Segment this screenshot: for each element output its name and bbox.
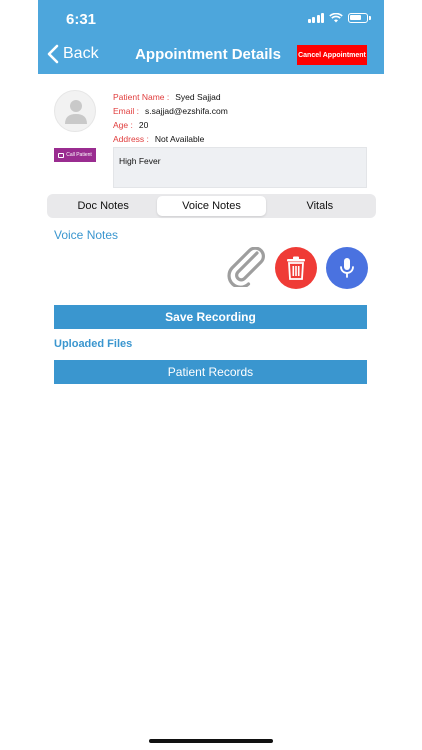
delete-recording-button[interactable] xyxy=(275,247,317,289)
email-label: Email : xyxy=(113,106,139,116)
call-patient-button[interactable]: Call Patient xyxy=(54,148,96,162)
voice-notes-title: Voice Notes xyxy=(54,228,119,242)
patient-records-button[interactable]: Patient Records xyxy=(54,360,367,384)
patient-name-value: Syed Sajjad xyxy=(175,92,221,102)
status-time: 6:31 xyxy=(66,11,97,28)
microphone-icon xyxy=(340,258,354,278)
battery-icon xyxy=(348,13,371,23)
paperclip-icon[interactable] xyxy=(224,247,268,287)
complaint-textbox[interactable]: High Fever xyxy=(113,147,367,188)
record-voice-button[interactable] xyxy=(326,247,368,289)
page-title: Appointment Details xyxy=(135,46,281,63)
cancel-appointment-button[interactable]: Cancel Appointment xyxy=(297,45,367,65)
address-value: Not Available xyxy=(154,134,205,144)
app-screen: 6:31 Back Appointment Details Cancel App… xyxy=(38,0,384,750)
wifi-icon xyxy=(329,13,343,23)
patient-name-label: Patient Name : xyxy=(113,92,170,102)
age-label: Age : xyxy=(113,120,133,130)
address-row: Address : Not Available xyxy=(113,132,228,146)
notes-segmented-control: Doc Notes Voice Notes Vitals xyxy=(47,194,376,218)
save-recording-button[interactable]: Save Recording xyxy=(54,305,367,329)
person-placeholder-icon xyxy=(65,100,87,124)
status-icons xyxy=(307,13,371,23)
navigation-header: 6:31 Back Appointment Details Cancel App… xyxy=(38,0,384,74)
cellular-signal-icon xyxy=(307,13,324,23)
uploaded-files-title: Uploaded Files xyxy=(54,338,133,350)
trash-icon xyxy=(287,256,305,280)
video-call-icon xyxy=(58,152,65,158)
patient-name-row: Patient Name : Syed Sajjad xyxy=(113,90,228,104)
age-value: 20 xyxy=(138,120,149,130)
age-row: Age : 20 xyxy=(113,118,228,132)
tab-voice-notes[interactable]: Voice Notes xyxy=(157,196,266,216)
tab-doc-notes[interactable]: Doc Notes xyxy=(49,196,157,216)
call-patient-label: Call Patient xyxy=(66,152,92,158)
patient-info: Patient Name : Syed Sajjad Email : s.saj… xyxy=(113,90,228,146)
patient-avatar xyxy=(54,90,96,132)
tab-vitals[interactable]: Vitals xyxy=(266,196,374,216)
email-row: Email : s.sajjad@ezshifa.com xyxy=(113,104,228,118)
email-value: s.sajjad@ezshifa.com xyxy=(144,106,228,116)
address-label: Address : xyxy=(113,134,149,144)
home-indicator[interactable] xyxy=(149,739,273,743)
